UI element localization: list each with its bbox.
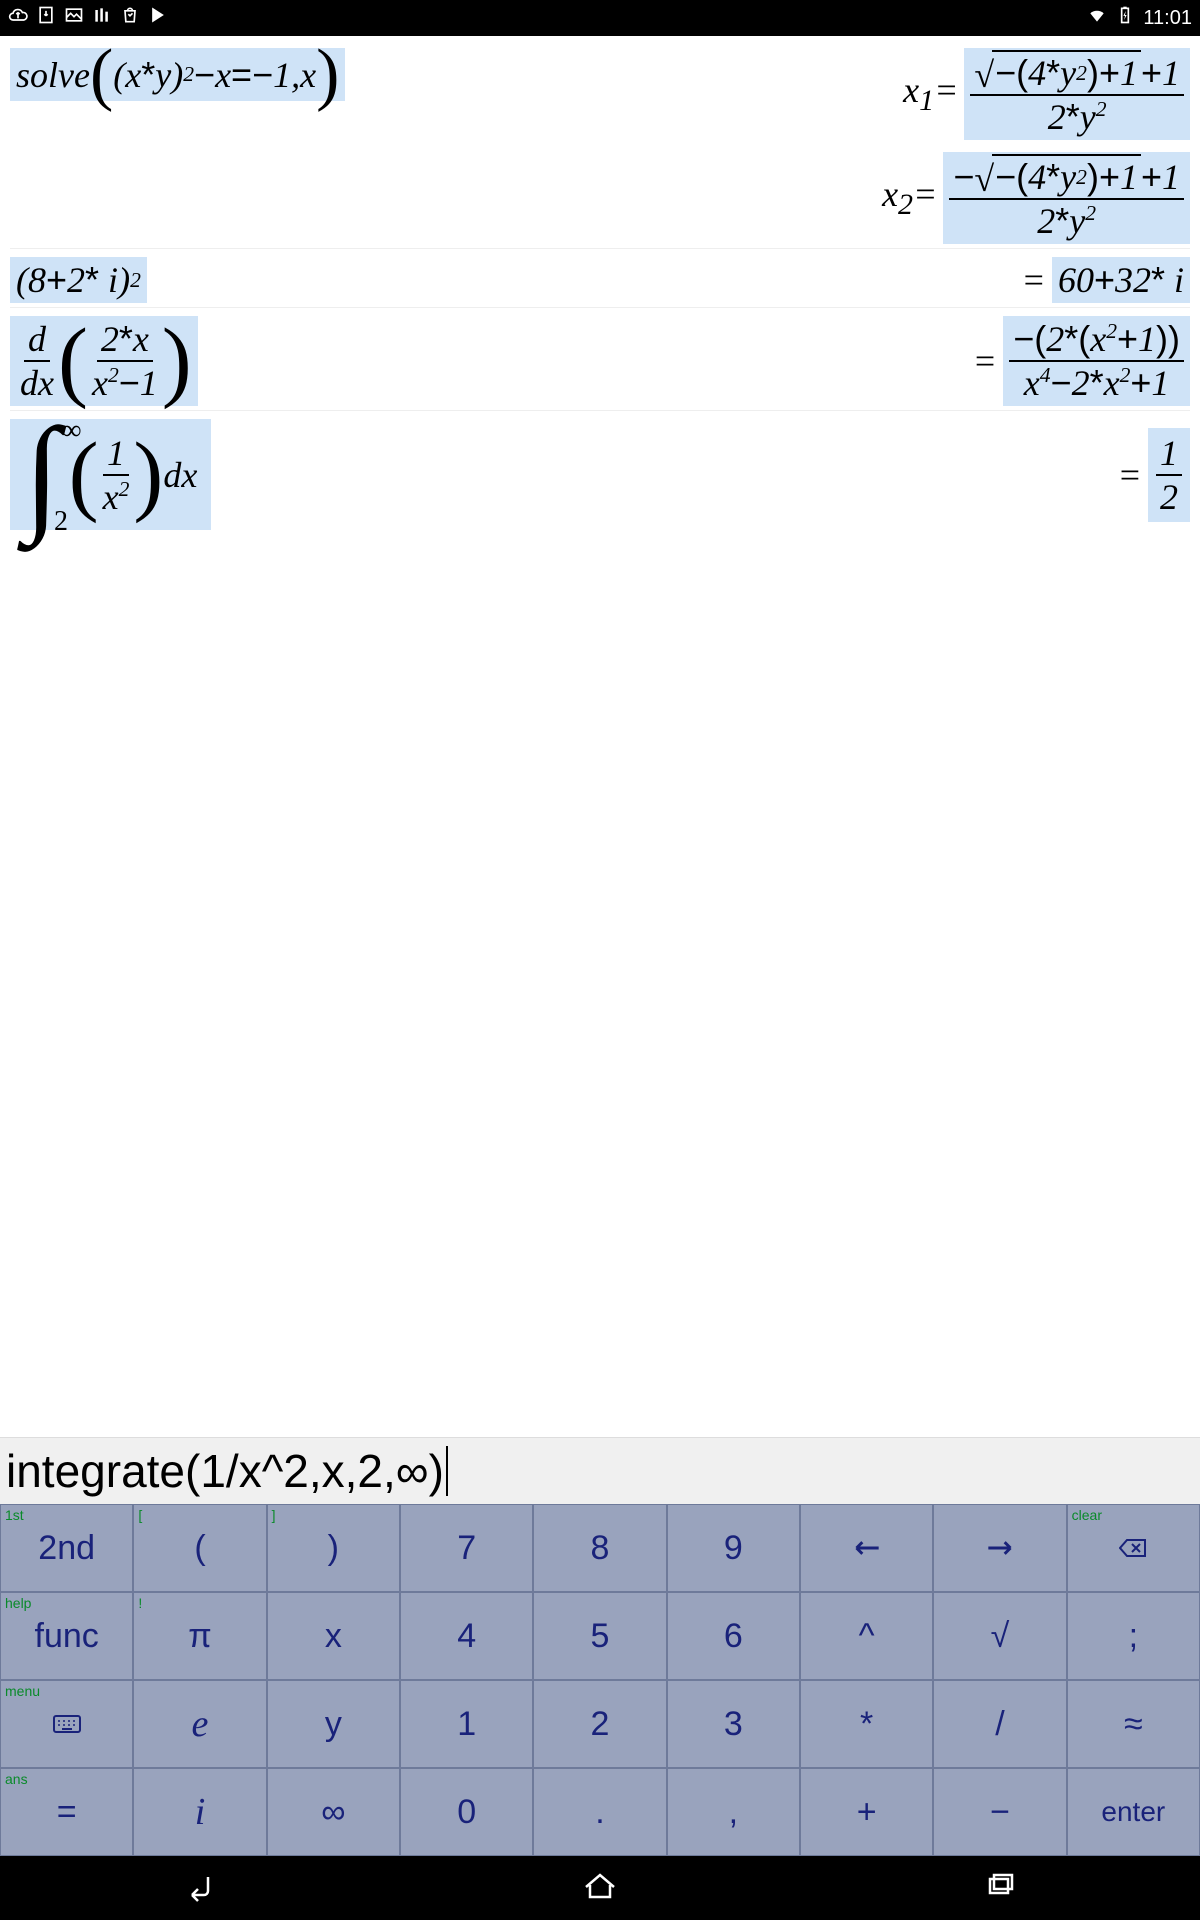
expression-text: integrate(1/x^2,x,2,∞) (6, 1444, 444, 1498)
key-minus[interactable]: − (934, 1769, 1065, 1855)
history-entry[interactable]: (8+2* i)2 = 60+32* i (10, 257, 1190, 308)
key-y[interactable]: y (268, 1681, 399, 1767)
history-output: −(2*(x2+1)) x4−2*x2+1 (1003, 316, 1190, 406)
key-2nd[interactable]: 1st2nd (1, 1505, 132, 1591)
key-power[interactable]: ^ (801, 1593, 932, 1679)
history-entry[interactable]: solve((x*y)2−x=−1,x) x1= √−(4*y2)+1+1 2*… (10, 48, 1190, 249)
key-func[interactable]: helpfunc (1, 1593, 132, 1679)
android-navbar (0, 1856, 1200, 1920)
keyboard-icon (53, 1705, 81, 1744)
status-time: 11:01 (1143, 7, 1192, 30)
download-icon (36, 5, 56, 31)
key-paren-close[interactable]: ]) (268, 1505, 399, 1591)
key-8[interactable]: 8 (534, 1505, 665, 1591)
history-panel: solve((x*y)2−x=−1,x) x1= √−(4*y2)+1+1 2*… (0, 36, 1200, 1437)
history-input: ∫∞2 (1x2)dx (10, 419, 211, 530)
key-plus[interactable]: + (801, 1769, 932, 1855)
history-output: 60+32* i (1052, 257, 1190, 303)
key-divide[interactable]: / (934, 1681, 1065, 1767)
key-pi[interactable]: !π (134, 1593, 265, 1679)
solution-label: x2= (882, 173, 937, 222)
history-output: √−(4*y2)+1+1 2*y2 (964, 48, 1190, 140)
backspace-icon (1119, 1529, 1147, 1568)
key-keyboard-toggle[interactable]: menu (1, 1681, 132, 1767)
home-button[interactable] (580, 1869, 620, 1908)
history-input: (8+2* i)2 (10, 257, 147, 303)
history-output: 12 (1148, 428, 1190, 522)
history-output: −√−(4*y2)+1+1 2*y2 (943, 152, 1190, 244)
key-approx[interactable]: ≈ (1068, 1681, 1199, 1767)
key-e[interactable]: e (134, 1681, 265, 1767)
image-icon (64, 5, 84, 31)
key-multiply[interactable]: * (801, 1681, 932, 1767)
key-dot[interactable]: . (534, 1769, 665, 1855)
key-cursor-right[interactable] (934, 1505, 1065, 1591)
keyboard: 1st2nd [( ]) 7 8 9 clear helpfunc !π x 4… (0, 1504, 1200, 1856)
key-7[interactable]: 7 (401, 1505, 532, 1591)
key-i[interactable]: i (134, 1769, 265, 1855)
key-3[interactable]: 3 (668, 1681, 799, 1767)
key-9[interactable]: 9 (668, 1505, 799, 1591)
status-bar: 11:01 (0, 0, 1200, 36)
solution-label: x1= (903, 69, 958, 118)
wifi-icon (1087, 5, 1107, 31)
key-enter[interactable]: enter (1068, 1769, 1199, 1855)
shopping-icon (120, 5, 140, 31)
history-input: ddx(2*xx2−1) (10, 316, 198, 406)
play-store-icon (148, 5, 168, 31)
key-2[interactable]: 2 (534, 1681, 665, 1767)
key-x[interactable]: x (268, 1593, 399, 1679)
cloud-upload-icon (8, 5, 28, 31)
history-entry[interactable]: ∫∞2 (1x2)dx = 12 (10, 419, 1190, 534)
back-button[interactable] (180, 1869, 220, 1908)
key-infinity[interactable]: ∞ (268, 1769, 399, 1855)
key-6[interactable]: 6 (668, 1593, 799, 1679)
key-paren-open[interactable]: [( (134, 1505, 265, 1591)
recent-apps-button[interactable] (980, 1869, 1020, 1908)
battery-charging-icon (1115, 5, 1135, 31)
key-backspace[interactable]: clear (1068, 1505, 1199, 1591)
key-4[interactable]: 4 (401, 1593, 532, 1679)
key-0[interactable]: 0 (401, 1769, 532, 1855)
bars-icon (92, 5, 112, 31)
key-comma[interactable]: , (668, 1769, 799, 1855)
history-input: solve((x*y)2−x=−1,x) (10, 48, 345, 101)
arrow-left-icon (853, 1529, 881, 1568)
key-cursor-left[interactable] (801, 1505, 932, 1591)
key-5[interactable]: 5 (534, 1593, 665, 1679)
cursor-icon (446, 1446, 448, 1496)
key-semicolon[interactable]: ; (1068, 1593, 1199, 1679)
key-1[interactable]: 1 (401, 1681, 532, 1767)
key-sqrt[interactable]: √ (934, 1593, 1065, 1679)
key-equals[interactable]: ans= (1, 1769, 132, 1855)
arrow-right-icon (986, 1529, 1014, 1568)
history-entry[interactable]: ddx(2*xx2−1) = −(2*(x2+1)) x4−2*x2+1 (10, 316, 1190, 411)
expression-input[interactable]: integrate(1/x^2,x,2,∞) (0, 1437, 1200, 1504)
